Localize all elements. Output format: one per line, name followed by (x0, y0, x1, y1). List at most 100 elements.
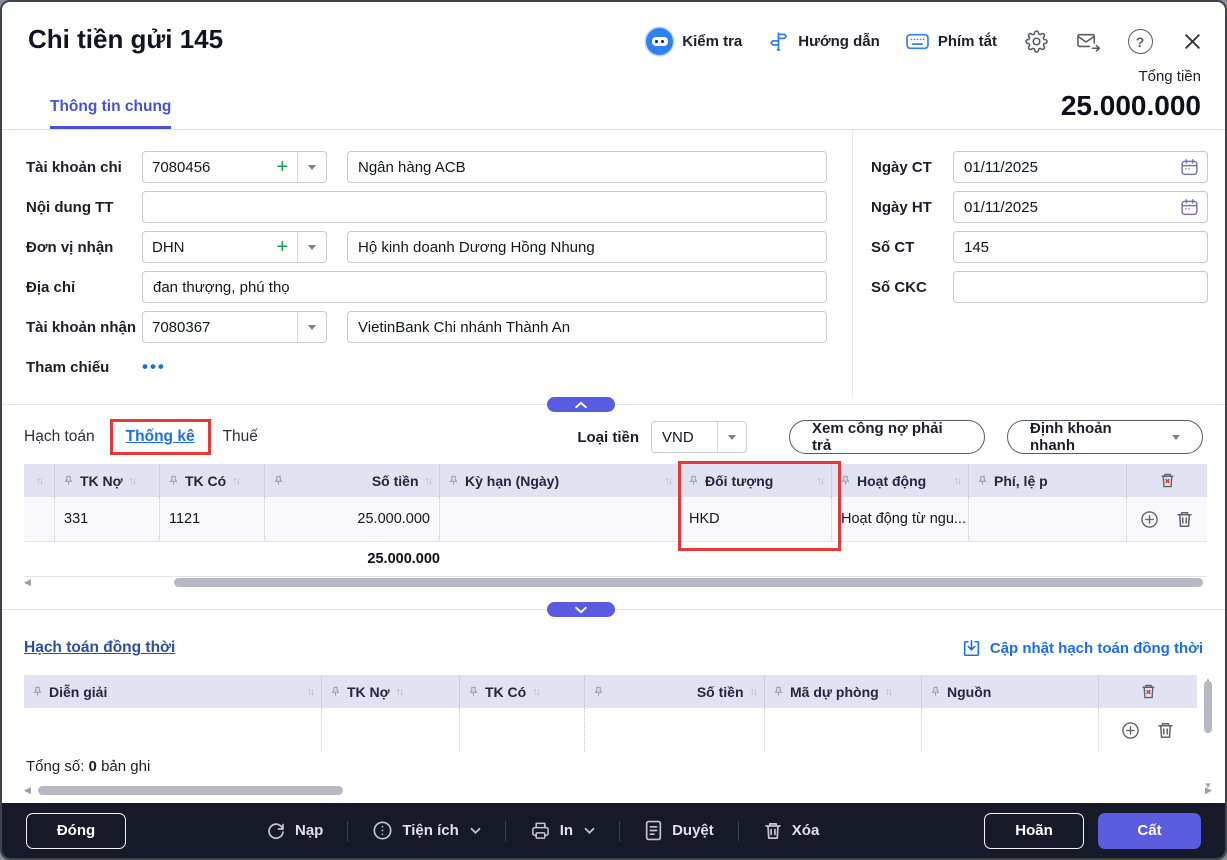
add-icon[interactable]: + (276, 237, 288, 257)
delete-button[interactable]: Xóa (763, 821, 820, 841)
add-row-icon[interactable] (1140, 510, 1159, 529)
expand-detail-button[interactable] (547, 602, 615, 617)
delete-all-rows-icon[interactable] (1159, 472, 1176, 489)
add-icon[interactable]: + (276, 157, 288, 177)
col-so-tien[interactable]: Số tiền↑↓ (585, 675, 765, 708)
cell-doi-tuong[interactable]: HKD (680, 497, 832, 541)
payment-content-input[interactable] (142, 191, 827, 223)
doc-date-input[interactable]: 01/11/2025 (953, 151, 1208, 183)
vscroll-thumb[interactable] (1204, 681, 1212, 733)
close-dialog-button[interactable]: Đóng (26, 813, 126, 849)
simultaneous-table-vscrollbar[interactable]: ▲ ▼ (1204, 677, 1213, 782)
col-tk-no[interactable]: TK Nợ↑↓ (55, 464, 160, 497)
collapse-form-button[interactable] (547, 397, 615, 412)
col-doi-tuong[interactable]: Đối tượng↑↓ (680, 464, 832, 497)
doc-no-input[interactable]: 145 (953, 231, 1208, 263)
ckc-no-input[interactable] (953, 271, 1208, 303)
close-button[interactable] (1179, 29, 1205, 55)
currency-dropdown-button[interactable] (717, 422, 746, 452)
save-button[interactable]: Cất (1098, 813, 1201, 849)
utilities-button[interactable]: Tiện ích (372, 820, 480, 841)
pin-icon[interactable] (688, 475, 699, 486)
col-dien-giai[interactable]: Diễn giải↑↓ (24, 675, 322, 708)
pin-icon[interactable] (63, 475, 74, 486)
scroll-left-arrow[interactable]: ◀ (24, 577, 34, 588)
postpone-button[interactable]: Hoãn (984, 813, 1084, 849)
cell-tk-no[interactable]: 331 (55, 497, 160, 541)
calendar-icon[interactable] (1180, 198, 1199, 217)
help-button[interactable]: ? (1127, 29, 1153, 55)
pin-icon[interactable] (330, 686, 341, 697)
pin-icon[interactable] (977, 475, 988, 486)
receiver-unit-name-input[interactable]: Hộ kinh doanh Dương Hồng Nhung (347, 231, 827, 263)
account-in-dropdown-button[interactable] (297, 312, 326, 342)
tab-general-info[interactable]: Thông tin chung (50, 98, 171, 129)
account-out-name-input[interactable]: Ngân hàng ACB (347, 151, 827, 183)
account-out-combo[interactable]: 7080456 + (142, 151, 327, 183)
tab-thue[interactable]: Thuế (223, 428, 258, 446)
quick-posting-button[interactable]: Định khoản nhanh (1007, 420, 1203, 454)
col-phi-le-phi[interactable]: Phí, lệ p (969, 464, 1127, 497)
pin-icon[interactable] (448, 475, 459, 486)
reference-more-icon[interactable]: ••• (142, 357, 166, 377)
pin-icon[interactable] (930, 686, 941, 697)
check-button[interactable]: Kiểm tra (646, 28, 742, 55)
col-delete-all[interactable] (1099, 675, 1197, 708)
account-out-dropdown-button[interactable] (297, 152, 326, 182)
update-simultaneous-link[interactable]: Cập nhật hạch toán đồng thời (962, 639, 1203, 658)
address-input[interactable]: đan thượng, phú thọ (142, 271, 827, 303)
hscroll-thumb[interactable] (174, 578, 1203, 587)
view-payables-button[interactable]: Xem công nợ phải trả (789, 420, 985, 454)
col-nguon[interactable]: Nguồn (922, 675, 1099, 708)
receiver-unit-dropdown-button[interactable] (297, 232, 326, 262)
cell-tk-co[interactable]: 1121 (160, 497, 265, 541)
posting-table-hscrollbar[interactable]: ◀ (24, 576, 1203, 588)
col-tk-co[interactable]: TK Có↑↓ (460, 675, 585, 708)
add-row-icon[interactable] (1121, 721, 1140, 740)
delete-row-icon[interactable] (1156, 721, 1175, 740)
scroll-right-arrow[interactable]: ▶ (1205, 785, 1215, 796)
pin-icon[interactable] (840, 475, 851, 486)
col-hoat-dong[interactable]: Hoạt động↑↓ (832, 464, 969, 497)
tab-hach-toan[interactable]: Hạch toán (24, 428, 95, 446)
print-button[interactable]: In (530, 820, 595, 841)
delete-row-icon[interactable] (1175, 510, 1194, 529)
cell-phi-le-phi[interactable] (969, 497, 1127, 541)
pin-icon[interactable] (273, 475, 284, 486)
col-row-sort[interactable]: ↑↓ (24, 464, 55, 497)
guide-button[interactable]: Hướng dẫn (768, 31, 880, 52)
tab-thong-ke[interactable]: Thống kê (126, 428, 195, 445)
pin-icon[interactable] (168, 475, 179, 486)
col-ma-du-phong[interactable]: Mã dự phòng↑↓ (765, 675, 922, 708)
col-tk-co[interactable]: TK Có↑↓ (160, 464, 265, 497)
col-delete-all[interactable] (1127, 464, 1207, 497)
currency-select[interactable]: VND (651, 421, 747, 453)
account-in-name-input[interactable]: VietinBank Chi nhánh Thành An (347, 311, 827, 343)
pin-icon[interactable] (468, 686, 479, 697)
settings-button[interactable] (1023, 29, 1049, 55)
hscroll-thumb[interactable] (38, 786, 343, 795)
calendar-icon[interactable] (1180, 158, 1199, 177)
shortcuts-button[interactable]: Phím tắt (906, 33, 997, 50)
col-ky-han[interactable]: Kỳ hạn (Ngày)↑↓ (440, 464, 680, 497)
posting-table-row[interactable]: 331 1121 25.000.000 HKD Hoạt động từ ngu… (24, 497, 1207, 542)
delete-all-rows-icon[interactable] (1140, 683, 1157, 700)
scroll-left-arrow[interactable]: ◀ (24, 785, 34, 796)
simultaneous-table-hscrollbar[interactable]: ◀ ▶ (24, 784, 1215, 796)
pin-icon[interactable] (593, 686, 604, 697)
approve-button[interactable]: Duyệt (644, 820, 714, 841)
receiver-unit-combo[interactable]: DHN + (142, 231, 327, 263)
cell-so-tien[interactable]: 25.000.000 (265, 497, 440, 541)
send-feedback-button[interactable] (1075, 29, 1101, 55)
pin-icon[interactable] (32, 686, 43, 697)
cell-hoat-dong[interactable]: Hoạt động từ ngu... (832, 497, 969, 541)
col-so-tien[interactable]: Số tiền↑↓ (265, 464, 440, 497)
pin-icon[interactable] (773, 686, 784, 697)
account-in-combo[interactable]: 7080367 (142, 311, 327, 343)
reload-button[interactable]: Nạp (266, 821, 323, 841)
simultaneous-table-empty-row[interactable] (24, 708, 1197, 752)
col-tk-no[interactable]: TK Nợ↑↓ (322, 675, 460, 708)
simultaneous-posting-link[interactable]: Hạch toán đồng thời (24, 639, 175, 657)
post-date-input[interactable]: 01/11/2025 (953, 191, 1208, 223)
cell-ky-han[interactable] (440, 497, 680, 541)
